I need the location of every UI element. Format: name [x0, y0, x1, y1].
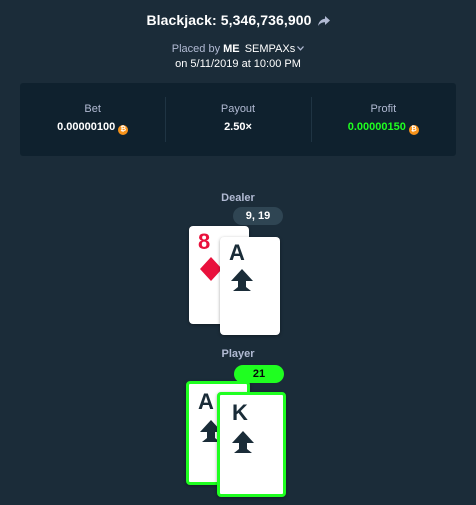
bet-title-row: Blackjack: 5,346,736,900 — [0, 12, 476, 30]
bet-stats-panel: Bet 0.00000100 ₿ Payout 2.50× Profit 0.00… — [20, 83, 456, 156]
profit-value-row: 0.00000150 ₿ — [311, 121, 456, 135]
card-rank: K — [232, 400, 248, 425]
bitcoin-icon: ₿ — [408, 125, 419, 135]
bet-value-row: 0.00000100 ₿ — [20, 121, 165, 135]
bet-stat: Bet 0.00000100 ₿ — [20, 83, 165, 156]
placed-by-row: Placed by ME SEMPAXs — [0, 42, 476, 55]
payout-value: 2.50× — [224, 121, 252, 133]
dealer-label: Dealer — [221, 192, 255, 204]
placed-by-prefix: Placed by — [171, 43, 221, 55]
bet-date: on 5/11/2019 at 10:00 PM — [175, 58, 301, 70]
card-rank: A — [198, 389, 214, 414]
bitcoin-icon: ₿ — [118, 125, 129, 135]
dealer-card-2: A — [220, 237, 280, 335]
dealer-score-badge: 9, 19 — [233, 207, 283, 225]
spade-icon — [232, 431, 254, 453]
share-icon[interactable] — [317, 14, 330, 30]
bet-title: Blackjack: 5,346,736,900 — [146, 12, 312, 28]
bet-value: 0.00000100 — [57, 121, 116, 133]
player-label: Player — [221, 348, 255, 360]
payout-label: Payout — [220, 103, 256, 115]
profit-stat: Profit 0.00000150 ₿ — [310, 83, 456, 156]
card-rank: A — [229, 240, 245, 265]
player-card-2: K — [217, 392, 286, 497]
player-score-badge: 21 — [234, 365, 284, 383]
profit-label: Profit — [370, 103, 397, 115]
bet-label: Bet — [84, 103, 101, 115]
chevron-down-icon[interactable] — [297, 42, 305, 54]
payout-stat: Payout 2.50× — [165, 83, 310, 156]
spade-icon — [231, 269, 253, 291]
bet-details-page: Blackjack: 5,346,736,900 Placed by ME SE… — [0, 0, 476, 505]
placed-by-user[interactable]: SEMPAXs — [245, 43, 296, 55]
card-rank: 8 — [198, 229, 211, 254]
placed-by-me: ME — [223, 43, 240, 55]
profit-value: 0.00000150 — [347, 121, 406, 133]
